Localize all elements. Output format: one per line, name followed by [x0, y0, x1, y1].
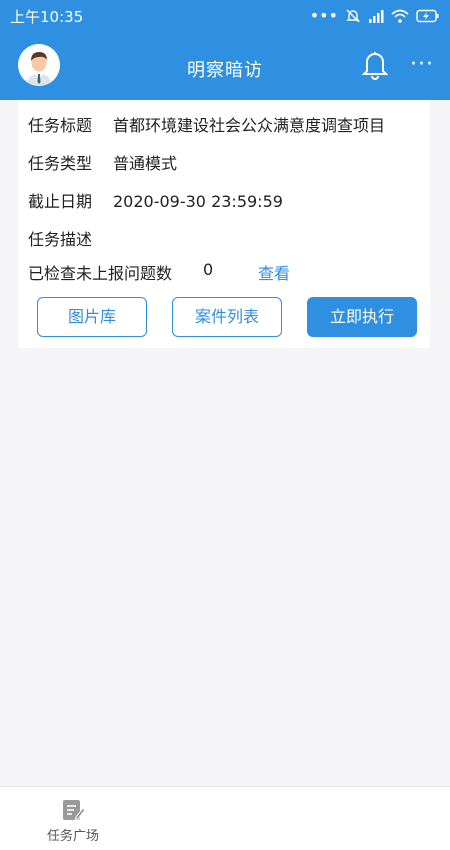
- bell-icon[interactable]: [362, 48, 388, 80]
- view-link[interactable]: 查看: [258, 260, 290, 284]
- task-type-row: 任务类型 普通模式: [28, 150, 177, 174]
- unreported-label: 已检查未上报问题数: [28, 264, 173, 283]
- task-type-value: 普通模式: [113, 154, 178, 173]
- status-icons: •••: [310, 8, 440, 24]
- tab-task-square-label: 任务广场: [46, 829, 99, 844]
- mute-bell-icon: [346, 9, 360, 23]
- task-square-icon: [63, 800, 86, 821]
- more-dots-icon: •••: [309, 6, 338, 25]
- signal-icon: [369, 10, 384, 23]
- more-icon[interactable]: ···: [410, 52, 434, 77]
- execute-now-button[interactable]: 立即执行: [307, 297, 417, 337]
- unreported-count: 0: [203, 260, 214, 279]
- task-title-row: 任务标题 首都环境建设社会公众满意度调查项目: [28, 112, 385, 136]
- bottom-nav: 任务广场: [0, 786, 450, 850]
- tab-task-square[interactable]: 任务广场: [28, 797, 118, 844]
- unreported-row: 已检查未上报问题数 0 查看: [28, 260, 290, 284]
- task-description-row: 任务描述: [28, 226, 113, 250]
- task-description-label: 任务描述: [28, 230, 93, 249]
- gallery-button[interactable]: 图片库: [37, 297, 147, 337]
- deadline-value: 2020-09-30 23:59:59: [113, 192, 283, 211]
- task-card: 任务标题 首都环境建设社会公众满意度调查项目 任务类型 普通模式 截止日期 2020-…: [18, 100, 430, 348]
- battery-charging-icon: [416, 9, 439, 23]
- task-type-label: 任务类型: [28, 154, 93, 173]
- case-list-button[interactable]: 案件列表: [172, 297, 282, 337]
- deadline-row: 截止日期 2020-09-30 23:59:59: [28, 188, 283, 212]
- wifi-icon: [391, 9, 409, 23]
- status-bar: 上午10:35 •••: [0, 0, 450, 32]
- status-time: 上午10:35: [10, 7, 84, 26]
- task-title-value: 首都环境建设社会公众满意度调查项目: [113, 116, 386, 135]
- deadline-label: 截止日期: [28, 192, 93, 211]
- task-title-label: 任务标题: [28, 116, 93, 135]
- app-bar: 明察暗访 ···: [0, 32, 450, 100]
